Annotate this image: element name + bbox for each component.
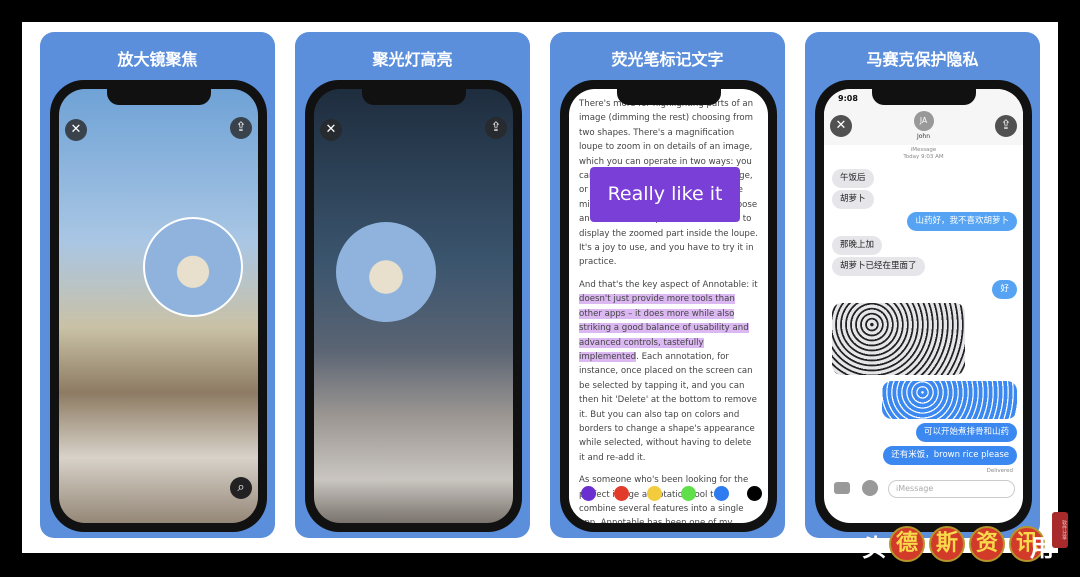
phone: ✕ ⇪: [305, 80, 522, 532]
panel-spotlight: 聚光灯高亮 ✕ ⇪: [295, 32, 530, 538]
message-input[interactable]: iMessage: [888, 480, 1015, 498]
watermark-text: 头: [862, 534, 886, 562]
camera-icon[interactable]: [834, 482, 850, 494]
share-icon[interactable]: ⇪: [485, 117, 507, 139]
message-timestamp: Today 9:03 AM: [903, 154, 944, 160]
message-bubble: 可以开始煮排骨和山药: [915, 423, 1017, 442]
panel-magnifier: 放大镜聚焦 ✕ ⇪ ⌕: [40, 32, 275, 538]
mosaic-bubble[interactable]: [832, 303, 965, 375]
color-palette: [581, 486, 762, 501]
spotlight-circle[interactable]: [336, 222, 436, 322]
note-annotation[interactable]: Really like it: [590, 167, 740, 222]
delivered-label: Delivered: [986, 468, 1013, 474]
message-bubble: 那晚上加: [832, 236, 883, 255]
panel-title: 聚光灯高亮: [372, 50, 453, 69]
magnifier-icon[interactable]: ⌕: [230, 477, 252, 499]
panel-title: 荧光笔标记文字: [611, 50, 724, 69]
panel-title: 放大镜聚焦: [117, 50, 198, 69]
color-swatch[interactable]: [713, 486, 729, 501]
watermark-char: 德: [889, 526, 925, 562]
color-swatch[interactable]: [746, 486, 762, 501]
messages-screen: 9:08 ✕ ⇪ JA John iMessage Today 9:03 AM …: [824, 89, 1023, 523]
panel-highlighter: 荧光笔标记文字 There's more for highlighting pa…: [550, 32, 785, 538]
color-swatch[interactable]: [614, 486, 630, 501]
article-paragraph: And that's the key aspect of Annotable: …: [579, 279, 758, 463]
watermark-char: 斯: [929, 526, 965, 562]
watermark-text: 用: [1030, 534, 1054, 562]
message-bubble: 胡萝卜: [832, 190, 874, 209]
balloon-photo: ✕ ⇪ ⌕: [59, 89, 258, 523]
share-icon[interactable]: ⇪: [995, 115, 1017, 137]
share-icon[interactable]: ⇪: [230, 117, 252, 139]
message-bubble: 山药好，我不喜欢胡萝卜: [907, 212, 1017, 231]
contact-name: John: [916, 133, 931, 140]
color-swatch[interactable]: [581, 486, 596, 501]
close-icon[interactable]: ✕: [65, 119, 87, 141]
message-bubble: 好: [992, 280, 1017, 299]
dimmed-photo: ✕ ⇪: [314, 89, 513, 523]
panel-title: 马赛克保护隐私: [866, 50, 979, 69]
phone: ✕ ⇪ ⌕: [50, 80, 267, 532]
phone: There's more for highlighting parts of a…: [560, 80, 777, 532]
seal-stamp: 软件分享: [1052, 512, 1068, 548]
color-swatch[interactable]: [647, 486, 663, 501]
message-bubble: 胡萝卜已经在里面了: [832, 257, 925, 276]
message-bubble: 午饭后: [832, 169, 874, 188]
app-store-icon[interactable]: [862, 480, 878, 496]
status-time: 9:08: [838, 94, 858, 103]
phone: 9:08 ✕ ⇪ JA John iMessage Today 9:03 AM …: [815, 80, 1032, 532]
message-bubble: 还有米饭，brown rice please: [883, 446, 1017, 465]
panel-mosaic: 马赛克保护隐私 9:08 ✕ ⇪ JA John iMessage Today …: [805, 32, 1040, 538]
close-icon[interactable]: ✕: [830, 115, 852, 137]
color-swatch[interactable]: [680, 486, 696, 501]
service-label: iMessage: [910, 147, 937, 153]
avatar: JA: [913, 111, 934, 131]
close-icon[interactable]: ✕: [320, 119, 342, 141]
magnifier-loupe[interactable]: [143, 217, 243, 317]
mosaic-bubble[interactable]: [882, 381, 1017, 419]
watermark-char: 资: [969, 526, 1005, 562]
article: There's more for highlighting parts of a…: [569, 89, 768, 523]
